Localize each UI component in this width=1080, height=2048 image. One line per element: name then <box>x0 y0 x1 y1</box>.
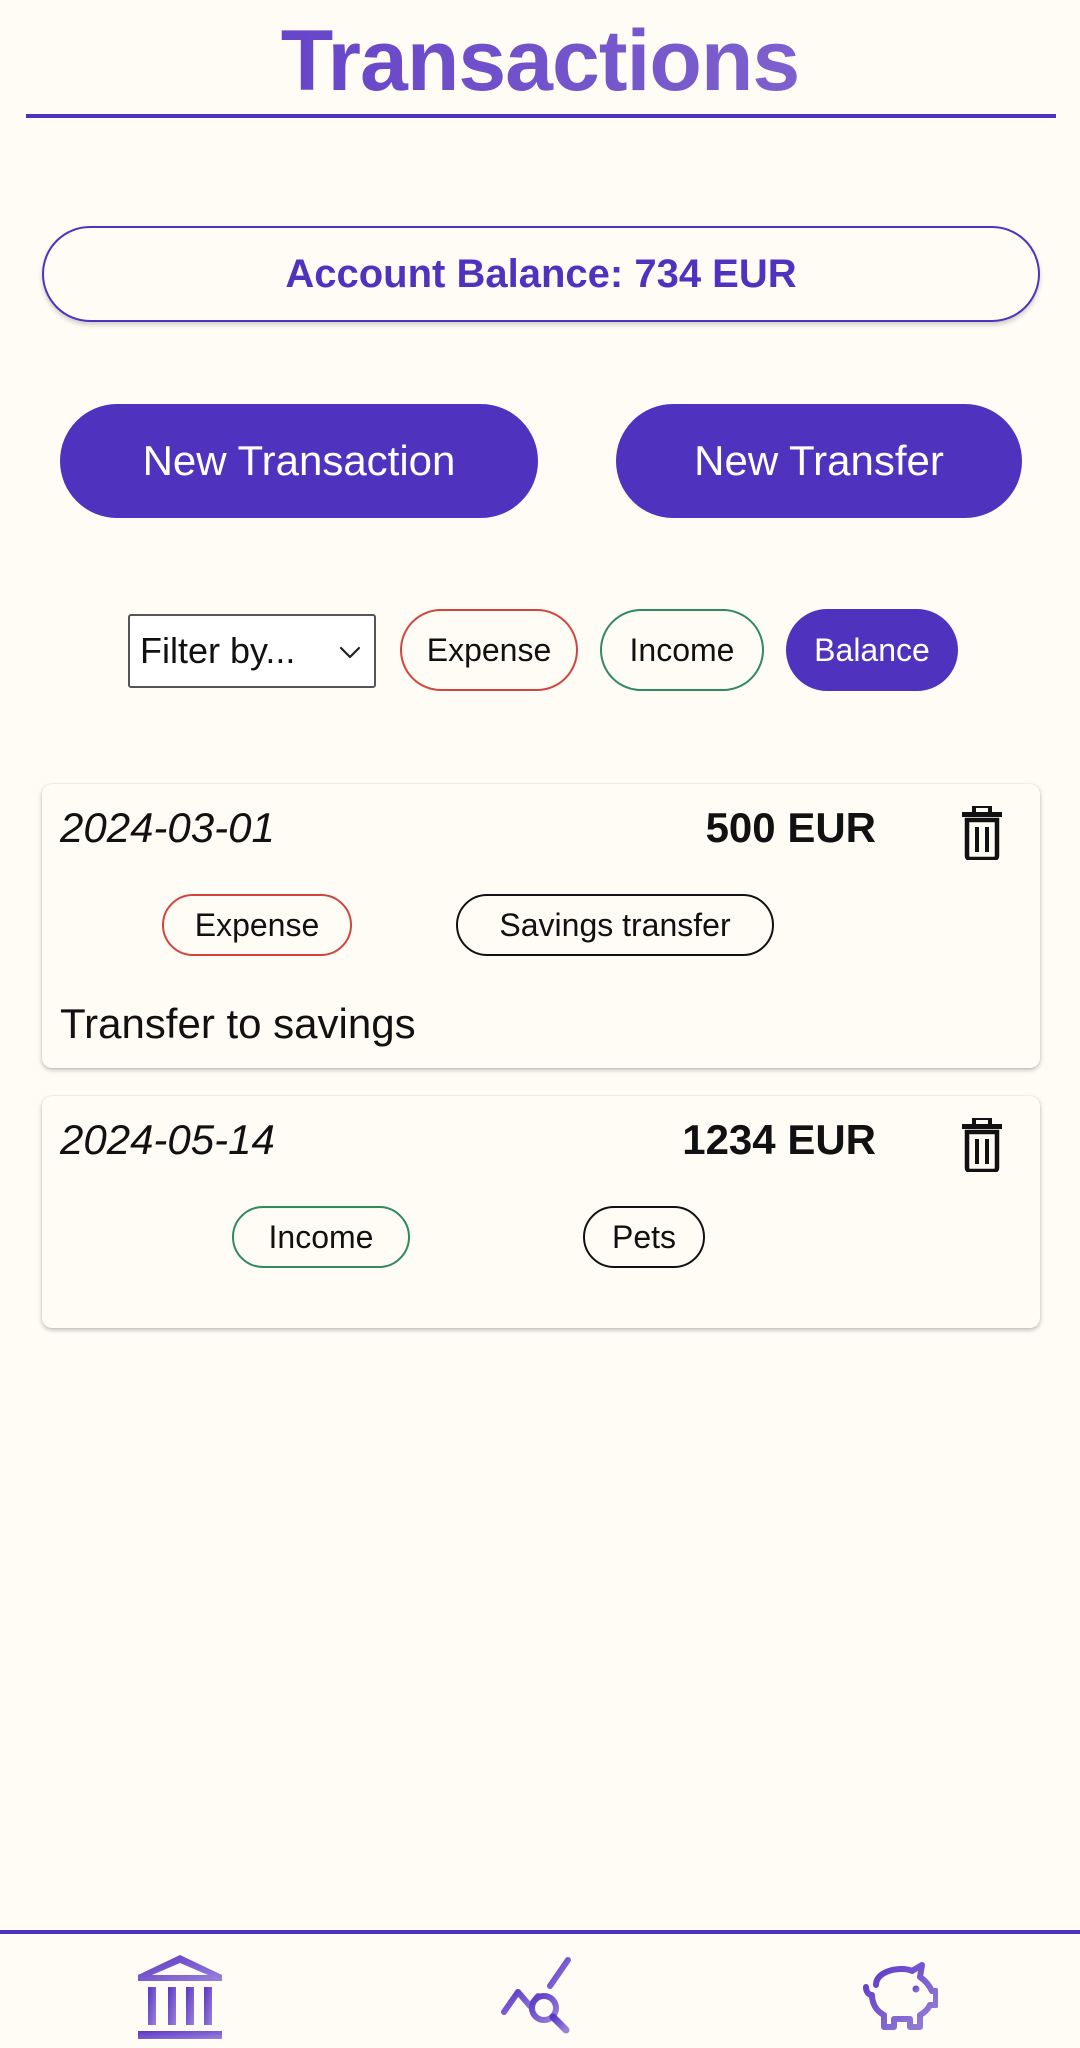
transaction-type-tag: Expense <box>162 894 352 956</box>
new-transfer-button[interactable]: New Transfer <box>616 404 1022 518</box>
bottom-nav-divider <box>0 1930 1080 1934</box>
transaction-description: Transfer to savings <box>60 1000 416 1047</box>
filter-chip-expense[interactable]: Expense <box>400 609 578 691</box>
transaction-amount: 1234 EUR <box>682 1116 876 1163</box>
trash-icon[interactable] <box>958 806 1006 860</box>
transaction-type-tag: Income <box>232 1206 410 1268</box>
chevron-down-icon <box>339 646 361 659</box>
transaction-category-tag: Pets <box>583 1206 705 1268</box>
transactions-screen: Transactions Account Balance: 734 EUR Ne… <box>0 0 1080 2048</box>
header-divider <box>26 114 1056 118</box>
trash-icon[interactable] <box>958 1118 1006 1172</box>
transaction-card[interactable]: 2024-03-01 500 EUR Expense Savings trans… <box>42 784 1040 1068</box>
transaction-date: 2024-03-01 <box>60 804 275 851</box>
transaction-category-tag: Savings transfer <box>456 894 774 956</box>
bank-icon <box>138 1955 222 2039</box>
transaction-card[interactable]: 2024-05-14 1234 EUR Income Pets <box>42 1096 1040 1328</box>
piggy-bank-icon <box>863 1962 938 2030</box>
filter-select[interactable]: Filter by... <box>128 614 376 688</box>
nav-item-analytics[interactable] <box>492 1948 588 2044</box>
filter-select-value: Filter by... <box>140 630 296 671</box>
new-transaction-button[interactable]: New Transaction <box>60 404 538 518</box>
filter-chip-balance[interactable]: Balance <box>786 609 958 691</box>
nav-item-transactions[interactable] <box>132 1948 228 2044</box>
filter-chip-income[interactable]: Income <box>600 609 764 691</box>
page-title: Transactions <box>0 12 1080 111</box>
nav-item-savings[interactable] <box>852 1948 948 2044</box>
account-balance-button[interactable]: Account Balance: 734 EUR <box>42 226 1040 322</box>
transaction-amount: 500 EUR <box>705 804 876 851</box>
analytics-search-icon <box>501 1957 571 2034</box>
transaction-date: 2024-05-14 <box>60 1116 275 1163</box>
